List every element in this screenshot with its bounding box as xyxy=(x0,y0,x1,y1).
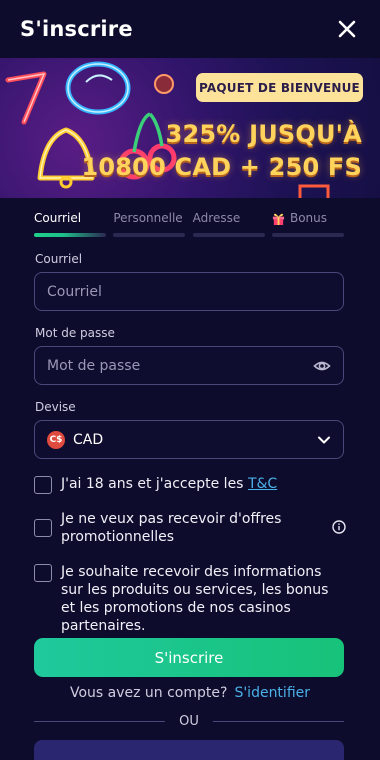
gift-icon xyxy=(272,213,285,225)
terms-checkbox[interactable] xyxy=(34,476,52,494)
no-promo-checkbox[interactable] xyxy=(34,519,52,537)
step-personal[interactable]: Personnelle xyxy=(113,210,186,237)
email-field[interactable] xyxy=(47,283,331,300)
terms-text: J'ai 18 ans et j'accepte les T&C xyxy=(61,475,346,493)
step-label: Adresse xyxy=(192,211,241,225)
partner-info-checkbox[interactable] xyxy=(34,564,52,582)
email-field-wrapper xyxy=(34,272,344,311)
terms-row: J'ai 18 ans et j'accepte les T&C xyxy=(34,475,346,494)
step-bonus[interactable]: Bonus xyxy=(271,210,344,237)
welcome-banner: PAQUET DE BIENVENUE 325% JUSQU'À 10800 C… xyxy=(0,58,380,198)
currency-select[interactable]: C$ CAD xyxy=(34,420,344,459)
header: S'inscrire xyxy=(0,0,380,58)
page-title: S'inscrire xyxy=(20,17,133,41)
or-divider: OU xyxy=(34,714,344,729)
promo-amount: 10800 CAD + 250 FS xyxy=(81,153,362,181)
cad-flag-icon: C$ xyxy=(47,430,65,449)
step-label-bonus: Bonus xyxy=(272,210,344,226)
eye-icon[interactable] xyxy=(313,357,331,375)
partner-info-text: Je souhaite recevoir des informations su… xyxy=(61,564,329,634)
email-label: Courriel xyxy=(35,252,83,266)
currency-label: Devise xyxy=(35,400,76,414)
step-progress-bar xyxy=(113,233,186,237)
step-address[interactable]: Adresse xyxy=(192,210,265,237)
no-promo-row: Je ne veux pas recevoir d'offres promoti… xyxy=(34,510,346,546)
have-account-text: Vous avez un compte? xyxy=(69,685,228,701)
info-icon[interactable] xyxy=(332,520,346,534)
password-field-wrapper xyxy=(34,346,344,385)
terms-label: J'ai 18 ans et j'accepte les xyxy=(61,476,244,492)
promo-percent: 325% JUSQU'À xyxy=(165,120,362,148)
registration-steps: Courriel Personnelle Adresse Bonus xyxy=(34,210,344,237)
currency-value: CAD xyxy=(73,431,104,448)
step-label: Bonus xyxy=(289,211,328,225)
step-email[interactable]: Courriel xyxy=(34,210,106,237)
step-label: Courriel xyxy=(34,211,82,225)
partner-info-row: Je souhaite recevoir des informations su… xyxy=(34,563,346,635)
step-label: Personnelle xyxy=(113,211,183,225)
or-label: OU xyxy=(179,714,199,729)
login-prompt: Vous avez un compte? S'identifier xyxy=(0,685,380,701)
close-icon[interactable] xyxy=(334,16,360,42)
signup-button[interactable]: S'inscrire xyxy=(34,638,344,677)
chevron-down-icon xyxy=(318,436,330,443)
step-progress-bar xyxy=(192,233,265,237)
step-progress-bar xyxy=(271,233,344,237)
step-progress-bar xyxy=(34,233,106,237)
password-field[interactable] xyxy=(47,357,313,374)
welcome-package-badge: PAQUET DE BIENVENUE xyxy=(196,73,363,102)
social-login-button[interactable] xyxy=(34,740,344,760)
divider-line xyxy=(212,721,344,722)
no-promo-text: Je ne veux pas recevoir d'offres promoti… xyxy=(61,511,282,545)
divider-line xyxy=(34,721,166,722)
terms-link[interactable]: T&C xyxy=(248,476,277,492)
login-link[interactable]: S'identifier xyxy=(234,685,310,701)
password-label: Mot de passe xyxy=(35,326,115,340)
